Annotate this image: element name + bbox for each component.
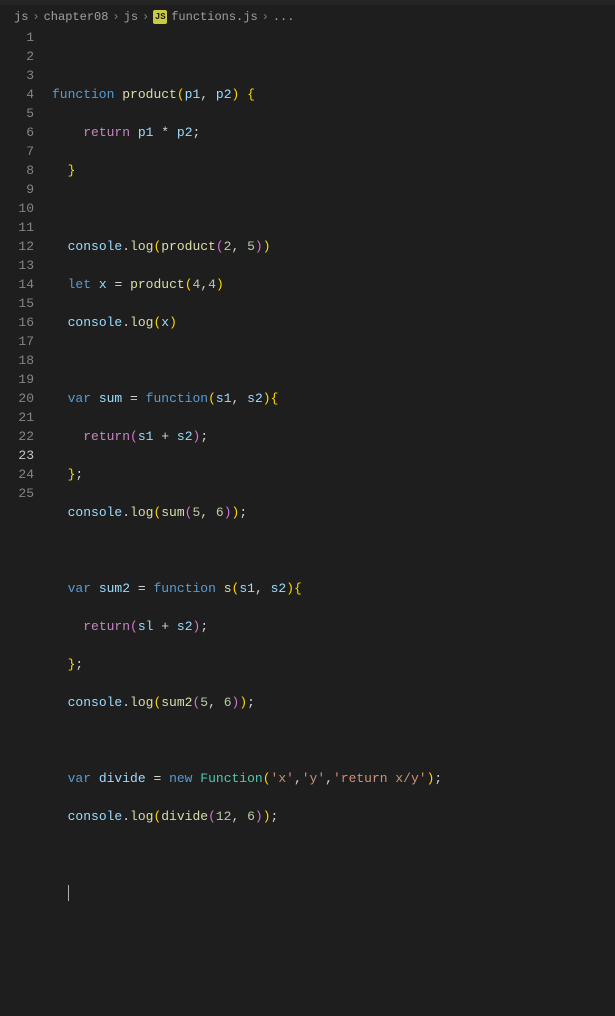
- text-cursor: [68, 885, 70, 901]
- breadcrumb-item[interactable]: js: [124, 10, 138, 24]
- breadcrumb-item[interactable]: ...: [273, 10, 295, 24]
- code-content[interactable]: function product(p1, p2) { return p1 * p…: [52, 28, 615, 1016]
- chevron-right-icon: ›: [112, 10, 119, 24]
- breadcrumb-item[interactable]: chapter08: [44, 10, 109, 24]
- breadcrumb[interactable]: js › chapter08 › js › JS functions.js › …: [0, 6, 615, 28]
- breadcrumb-item[interactable]: JS functions.js: [153, 10, 257, 24]
- breadcrumb-item[interactable]: js: [14, 10, 28, 24]
- chevron-right-icon: ›: [32, 10, 39, 24]
- chevron-right-icon: ›: [262, 10, 269, 24]
- code-editor[interactable]: 1 2 3 4 5 6 7 8 9 10 11 12 13 14 15 16 1…: [0, 28, 615, 1016]
- chevron-right-icon: ›: [142, 10, 149, 24]
- javascript-file-icon: JS: [153, 10, 167, 24]
- line-number-gutter: 1 2 3 4 5 6 7 8 9 10 11 12 13 14 15 16 1…: [0, 28, 52, 1016]
